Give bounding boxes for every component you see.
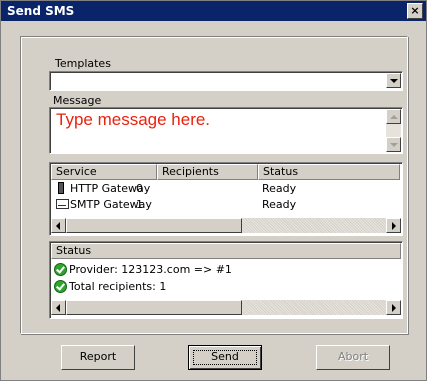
table-row[interactable]: HTTP Gateway 0 Ready (52, 181, 398, 196)
status-header: Status (51, 243, 401, 259)
column-header-recipients[interactable]: Recipients (157, 164, 258, 180)
message-textarea[interactable]: Type message here. (49, 107, 403, 154)
message-vertical-scrollbar[interactable] (386, 109, 401, 152)
arrow-down-icon (390, 143, 398, 147)
column-header-status[interactable]: Status (258, 164, 400, 180)
window-title: Send SMS (7, 4, 75, 18)
service-recipients: 1 (136, 198, 143, 211)
service-status: Ready (262, 198, 297, 211)
service-status: Ready (262, 182, 297, 195)
scroll-left-button[interactable] (51, 218, 66, 233)
templates-dropdown-button[interactable] (386, 73, 401, 88)
abort-button-label: Abort (337, 350, 369, 363)
report-button-label: Report (79, 350, 117, 363)
services-list[interactable]: Service Recipients Status HTTP Gateway 0… (49, 162, 403, 236)
ok-check-icon (54, 280, 67, 293)
templates-dropdown[interactable] (49, 71, 403, 91)
services-horizontal-scrollbar[interactable] (51, 218, 401, 233)
smtp-gateway-icon (56, 199, 69, 209)
arrow-right-icon (392, 304, 396, 312)
report-button[interactable]: Report (61, 345, 135, 370)
title-bar: Send SMS × (1, 1, 426, 21)
arrow-left-icon (56, 222, 60, 230)
scroll-thumb[interactable] (66, 218, 242, 233)
arrow-right-icon (392, 222, 396, 230)
send-button[interactable]: Send (188, 345, 262, 370)
column-header-service[interactable]: Service (51, 164, 157, 180)
status-line: Total recipients: 1 (69, 280, 167, 293)
ok-check-icon (54, 263, 67, 276)
scroll-up-button[interactable] (386, 109, 401, 124)
http-gateway-icon (58, 182, 64, 194)
arrow-up-icon (390, 115, 398, 119)
message-placeholder: Type message here. (56, 110, 211, 129)
scroll-left-button[interactable] (51, 300, 66, 315)
arrow-left-icon (56, 304, 60, 312)
status-panel[interactable]: Status Provider: 123123.com => #1 Total … (49, 241, 403, 319)
send-sms-window: Send SMS × Templates Message Type messag… (0, 0, 427, 381)
focus-rectangle (193, 350, 257, 365)
scroll-right-button[interactable] (386, 300, 401, 315)
chevron-down-icon (390, 79, 398, 83)
scroll-right-button[interactable] (386, 218, 401, 233)
table-row[interactable]: SMTP Gateway 1 Ready (52, 197, 398, 212)
status-horizontal-scrollbar[interactable] (51, 300, 401, 315)
message-label: Message (53, 94, 102, 107)
templates-label: Templates (55, 57, 111, 70)
status-line: Provider: 123123.com => #1 (69, 263, 232, 276)
scroll-thumb[interactable] (66, 300, 242, 315)
close-button[interactable]: × (407, 3, 423, 19)
scroll-down-button[interactable] (386, 137, 401, 152)
abort-button[interactable]: Abort (316, 345, 390, 370)
service-recipients: 0 (136, 182, 143, 195)
